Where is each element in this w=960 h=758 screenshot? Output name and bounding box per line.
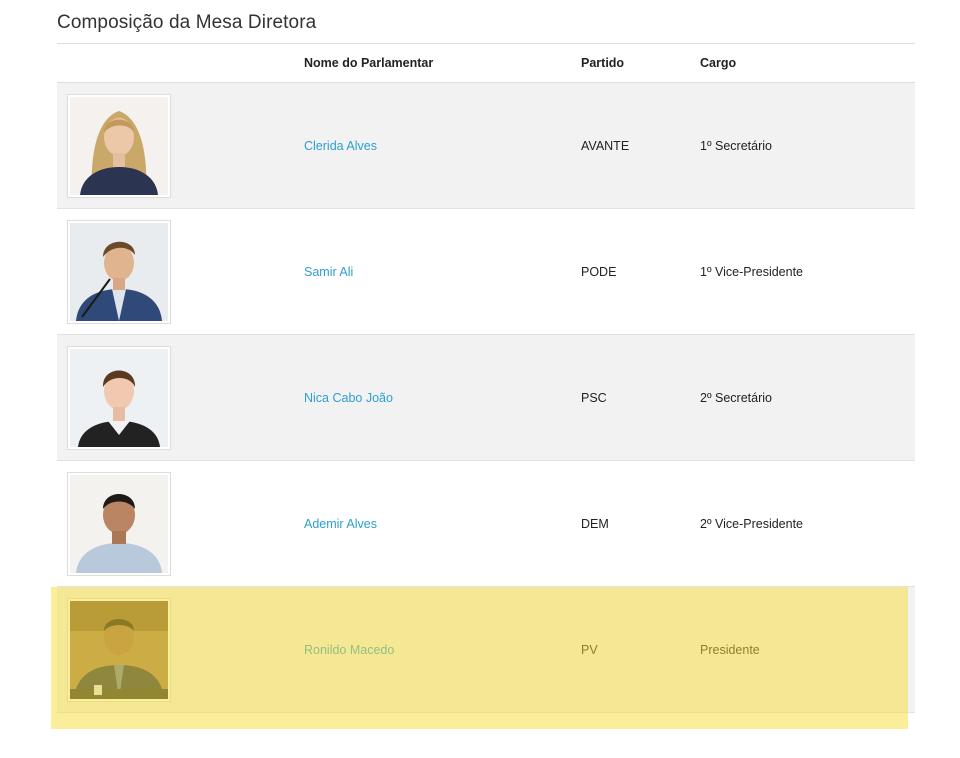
board-members-table: Nome do Parlamentar Partido Cargo Clerid…	[57, 43, 915, 713]
member-name-link[interactable]: Clerida Alves	[304, 139, 377, 153]
table-row: Nica Cabo João PSC 2º Secretário	[57, 334, 915, 461]
member-photo-icon	[70, 348, 168, 447]
member-photo-icon	[70, 222, 168, 321]
member-name-link[interactable]: Samir Ali	[304, 265, 353, 279]
header-role[interactable]: Cargo	[700, 44, 915, 83]
name-cell: Clerida Alves	[304, 83, 581, 209]
photo-cell	[57, 587, 304, 713]
photo-cell	[57, 209, 304, 335]
role-cell: 1º Vice-Presidente	[700, 264, 804, 279]
header-name[interactable]: Nome do Parlamentar	[304, 44, 581, 83]
party-cell: AVANTE	[581, 138, 630, 153]
page-title: Composição da Mesa Diretora	[57, 12, 317, 33]
role-cell: 2º Secretário	[700, 390, 772, 405]
member-photo-icon	[70, 96, 168, 195]
table-row: Clerida Alves AVANTE 1º Secretário	[57, 82, 915, 209]
name-cell: Samir Ali	[304, 209, 581, 335]
party-cell: PSC	[581, 390, 607, 405]
name-cell: Nica Cabo João	[304, 335, 581, 461]
role-cell: 1º Secretário	[700, 138, 772, 153]
header-party[interactable]: Partido	[581, 44, 700, 83]
header-photo	[57, 44, 304, 83]
member-photo[interactable]	[67, 345, 171, 450]
member-photo-icon	[70, 600, 168, 699]
table-row: Samir Ali PODE 1º Vice-Presidente	[57, 208, 915, 335]
name-cell: Ademir Alves	[304, 461, 581, 587]
table-row: Ademir Alves DEM 2º Vice-Presidente	[57, 460, 915, 587]
member-photo[interactable]	[67, 471, 171, 576]
party-cell: PODE	[581, 264, 617, 279]
member-name-link[interactable]: Nica Cabo João	[304, 391, 393, 405]
table-header-row: Nome do Parlamentar Partido Cargo	[57, 43, 915, 83]
member-photo[interactable]	[67, 219, 171, 324]
member-photo-icon	[70, 474, 168, 573]
role-cell: Presidente	[700, 642, 760, 657]
photo-cell	[57, 335, 304, 461]
name-cell: Ronildo Macedo	[304, 587, 581, 713]
member-photo[interactable]	[67, 597, 171, 702]
photo-cell	[57, 461, 304, 587]
party-cell: DEM	[581, 516, 609, 531]
table-row: Ronildo Macedo PV Presidente	[57, 586, 915, 713]
board-table-container: Nome do Parlamentar Partido Cargo Clerid…	[57, 43, 915, 713]
photo-cell	[57, 83, 304, 209]
member-name-link[interactable]: Ronildo Macedo	[304, 643, 394, 657]
role-cell: 2º Vice-Presidente	[700, 516, 804, 531]
party-cell: PV	[581, 642, 598, 657]
member-photo[interactable]	[67, 93, 171, 198]
member-name-link[interactable]: Ademir Alves	[304, 517, 377, 531]
